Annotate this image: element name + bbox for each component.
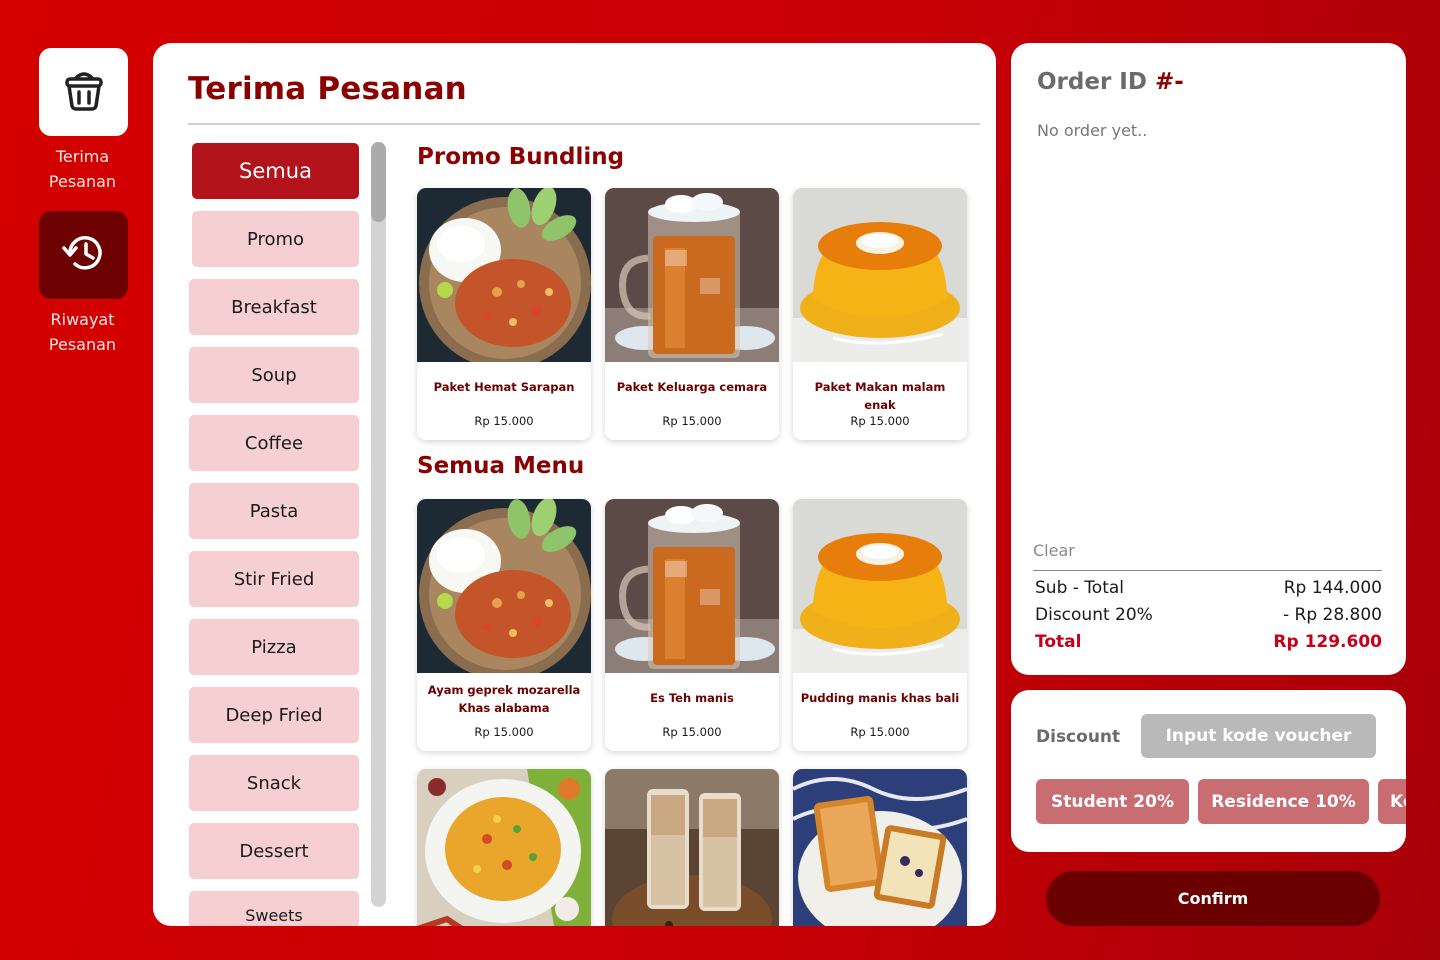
menu-card[interactable]	[417, 769, 591, 926]
discount-chip-residence[interactable]: Residence 10%	[1198, 779, 1369, 824]
nav-terima-pesanan-label: Terima Pesanan	[48, 147, 117, 191]
category-semua[interactable]: Semua	[192, 143, 359, 199]
voucher-code-input[interactable]	[1141, 714, 1376, 758]
category-stir-fried[interactable]: Stir Fried	[189, 551, 359, 607]
category-snack[interactable]: Snack	[189, 755, 359, 811]
category-coffee[interactable]: Coffee	[189, 415, 359, 471]
total-label: Total	[1035, 632, 1082, 652]
order-id-label: Order ID	[1037, 69, 1147, 95]
category-pasta[interactable]: Pasta	[189, 483, 359, 539]
menu-item-price: Rp 15.000	[474, 725, 534, 739]
page-title: Terima Pesanan	[188, 71, 467, 107]
discount-panel: Discount Student 20% Residence 10% Ko	[1011, 690, 1406, 852]
menu-card[interactable]	[793, 769, 967, 926]
discount-row: Discount 20% - Rp 28.800	[1035, 605, 1382, 625]
order-id-title: Order ID #-	[1037, 69, 1184, 95]
category-soup[interactable]: Soup	[189, 347, 359, 403]
promo-item-price: Rp 15.000	[474, 414, 534, 428]
promo-card[interactable]: Paket Hemat Sarapan Rp 15.000	[417, 188, 591, 440]
category-list: Semua Promo Breakfast Soup Coffee Pasta …	[189, 143, 359, 926]
empty-order-message: No order yet..	[1037, 121, 1148, 140]
promo-item-price: Rp 15.000	[850, 414, 910, 428]
promo-card[interactable]: Paket Keluarga cemara Rp 15.000	[605, 188, 779, 440]
nav-riwayat-pesanan-button[interactable]	[39, 211, 128, 299]
order-id-number: #-	[1154, 69, 1184, 95]
menu-panel: Terima Pesanan Semua Promo Breakfast Sou…	[153, 43, 996, 926]
history-icon	[60, 229, 108, 281]
category-deep-fried[interactable]: Deep Fried	[189, 687, 359, 743]
title-divider	[188, 123, 980, 125]
nav-terima-pesanan-button[interactable]	[39, 48, 128, 136]
promo-item-price: Rp 15.000	[662, 414, 722, 428]
menu-card[interactable]: Es Teh manis Rp 15.000	[605, 499, 779, 751]
confirm-button[interactable]: Confirm	[1046, 871, 1380, 926]
discount-chip-student[interactable]: Student 20%	[1036, 779, 1189, 824]
clear-order-button[interactable]: Clear	[1033, 541, 1075, 560]
menu-card[interactable]: Ayam geprek mozarella Khas alabama Rp 15…	[417, 499, 591, 751]
pudding-image	[793, 188, 967, 362]
total-row: Total Rp 129.600	[1035, 632, 1382, 652]
category-sweets[interactable]: Sweets	[189, 891, 359, 926]
promo-item-name: Paket Keluarga cemara	[616, 380, 768, 394]
promo-item-name: Paket Hemat Sarapan	[433, 380, 575, 394]
category-pizza[interactable]: Pizza	[189, 619, 359, 675]
discount-row-value: - Rp 28.800	[1282, 605, 1382, 625]
menu-item-price: Rp 15.000	[662, 725, 722, 739]
category-breakfast[interactable]: Breakfast	[189, 279, 359, 335]
total-value: Rp 129.600	[1273, 632, 1382, 652]
rice-chicken-image	[417, 188, 591, 362]
iced-tea-image	[605, 499, 779, 673]
category-promo[interactable]: Promo	[192, 211, 359, 267]
menu-item-name: Pudding manis khas bali	[800, 691, 960, 705]
nav-riwayat-pesanan-label: Riwayat Pesanan	[48, 310, 117, 354]
basket-icon	[60, 66, 108, 118]
category-dessert[interactable]: Dessert	[189, 823, 359, 879]
promo-item-name: Paket Makan malam enak	[814, 380, 946, 412]
promo-card[interactable]: Paket Makan malam enak Rp 15.000	[793, 188, 967, 440]
menu-section-title: Semua Menu	[417, 453, 585, 479]
discount-row-label: Discount 20%	[1035, 605, 1153, 625]
menu-card[interactable]: Pudding manis khas bali Rp 15.000	[793, 499, 967, 751]
toast-image	[793, 769, 967, 926]
discount-label: Discount	[1036, 727, 1121, 747]
order-panel: Order ID #- No order yet.. Clear Sub - T…	[1011, 43, 1406, 675]
menu-card[interactable]	[605, 769, 779, 926]
menu-item-name: Ayam geprek mozarella Khas alabama	[427, 683, 581, 715]
menu-item-price: Rp 15.000	[850, 725, 910, 739]
menu-item-name: Es Teh manis	[650, 691, 734, 705]
category-scrollbar[interactable]	[371, 142, 386, 907]
latte-image	[605, 769, 779, 926]
discount-chip-partial[interactable]: Ko	[1378, 779, 1406, 824]
subtotal-row: Sub - Total Rp 144.000	[1035, 578, 1382, 598]
scrollbar-thumb[interactable]	[371, 142, 386, 222]
subtotal-value: Rp 144.000	[1283, 578, 1382, 598]
pudding-image	[793, 499, 967, 673]
promo-section-title: Promo Bundling	[417, 144, 625, 170]
iced-tea-image	[605, 188, 779, 362]
subtotal-label: Sub - Total	[1035, 578, 1125, 598]
summary-divider	[1033, 570, 1382, 571]
fried-rice-image	[417, 769, 591, 926]
rice-chicken-image	[417, 499, 591, 673]
